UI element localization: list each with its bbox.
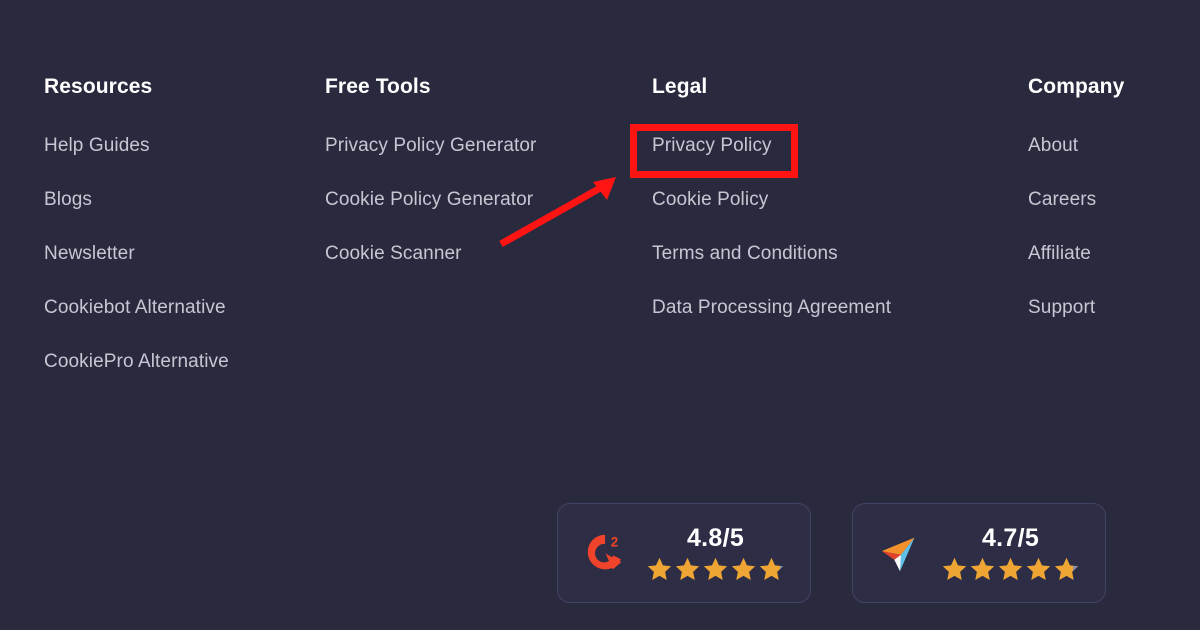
footer-link-privacy-policy[interactable]: Privacy Policy — [652, 133, 772, 159]
star-icon — [675, 557, 700, 581]
footer-link-list: Help Guides Blogs Newsletter Cookiebot A… — [44, 133, 314, 375]
footer-link-cookie-scanner[interactable]: Cookie Scanner — [325, 241, 462, 267]
footer-link-terms-and-conditions[interactable]: Terms and Conditions — [652, 241, 838, 267]
list-item: CookiePro Alternative — [44, 349, 314, 375]
rating-stars — [941, 556, 1080, 582]
capterra-logo-icon — [875, 527, 927, 579]
footer-link-affiliate[interactable]: Affiliate — [1028, 241, 1091, 267]
rating-badges: 2 4.8/5 4.7/5 — [0, 503, 1200, 603]
footer-link-data-processing-agreement[interactable]: Data Processing Agreement — [652, 295, 891, 321]
list-item: Support — [1028, 295, 1193, 321]
list-item: Terms and Conditions — [652, 241, 992, 267]
footer-link-about[interactable]: About — [1028, 133, 1078, 159]
list-item: Newsletter — [44, 241, 314, 267]
list-item: Help Guides — [44, 133, 314, 159]
rating-badge-g2[interactable]: 2 4.8/5 — [557, 503, 811, 603]
list-item: Blogs — [44, 187, 314, 213]
footer-link-newsletter[interactable]: Newsletter — [44, 241, 135, 267]
footer-link-list: Privacy Policy Cookie Policy Terms and C… — [652, 133, 992, 321]
footer-link-cookie-policy[interactable]: Cookie Policy — [652, 187, 768, 213]
footer-link-list: Privacy Policy Generator Cookie Policy G… — [325, 133, 625, 267]
footer-column-resources: Resources Help Guides Blogs Newsletter C… — [44, 74, 314, 375]
star-icon — [703, 557, 728, 581]
footer-link-cookie-policy-generator[interactable]: Cookie Policy Generator — [325, 187, 533, 213]
footer-column-legal: Legal Privacy Policy Cookie Policy Terms… — [652, 74, 992, 321]
star-icon — [970, 557, 995, 581]
star-icon — [998, 557, 1023, 581]
g2-logo-icon: 2 — [580, 527, 632, 579]
star-icon — [1054, 557, 1079, 581]
list-item: Cookie Scanner — [325, 241, 625, 267]
list-item: About — [1028, 133, 1193, 159]
footer-link-support[interactable]: Support — [1028, 295, 1095, 321]
rating-info: 4.8/5 — [646, 524, 785, 582]
star-icon — [942, 557, 967, 581]
list-item: Careers — [1028, 187, 1193, 213]
footer-link-list: About Careers Affiliate Support — [1028, 133, 1193, 321]
list-item: Data Processing Agreement — [652, 295, 992, 321]
footer-link-columns: Resources Help Guides Blogs Newsletter C… — [0, 0, 1200, 470]
rating-score: 4.7/5 — [981, 524, 1040, 552]
svg-text:2: 2 — [611, 534, 618, 549]
list-item: Privacy Policy Generator — [325, 133, 625, 159]
list-item: Affiliate — [1028, 241, 1193, 267]
footer-link-careers[interactable]: Careers — [1028, 187, 1096, 213]
rating-badge-capterra[interactable]: 4.7/5 — [852, 503, 1106, 603]
star-icon — [759, 557, 784, 581]
footer-link-blogs[interactable]: Blogs — [44, 187, 92, 213]
list-item: Cookie Policy — [652, 187, 992, 213]
rating-stars — [646, 556, 785, 582]
footer-link-privacy-policy-generator[interactable]: Privacy Policy Generator — [325, 133, 536, 159]
footer-column-title: Resources — [44, 75, 153, 98]
list-item: Privacy Policy — [652, 133, 992, 159]
list-item: Cookiebot Alternative — [44, 295, 314, 321]
site-footer: Resources Help Guides Blogs Newsletter C… — [0, 0, 1200, 630]
rating-info: 4.7/5 — [941, 524, 1080, 582]
list-item: Cookie Policy Generator — [325, 187, 625, 213]
footer-column-free-tools: Free Tools Privacy Policy Generator Cook… — [325, 74, 625, 267]
footer-column-company: Company About Careers Affiliate Support — [1028, 74, 1193, 321]
star-icon — [647, 557, 672, 581]
footer-link-help-guides[interactable]: Help Guides — [44, 133, 150, 159]
footer-column-title: Free Tools — [325, 75, 431, 98]
footer-column-title: Company — [1028, 75, 1125, 98]
footer-column-title: Legal — [652, 75, 708, 98]
footer-link-cookiepro-alternative[interactable]: CookiePro Alternative — [44, 349, 229, 375]
star-icon — [1026, 557, 1051, 581]
star-icon — [731, 557, 756, 581]
footer-link-cookiebot-alternative[interactable]: Cookiebot Alternative — [44, 295, 226, 321]
rating-score: 4.8/5 — [686, 524, 745, 552]
